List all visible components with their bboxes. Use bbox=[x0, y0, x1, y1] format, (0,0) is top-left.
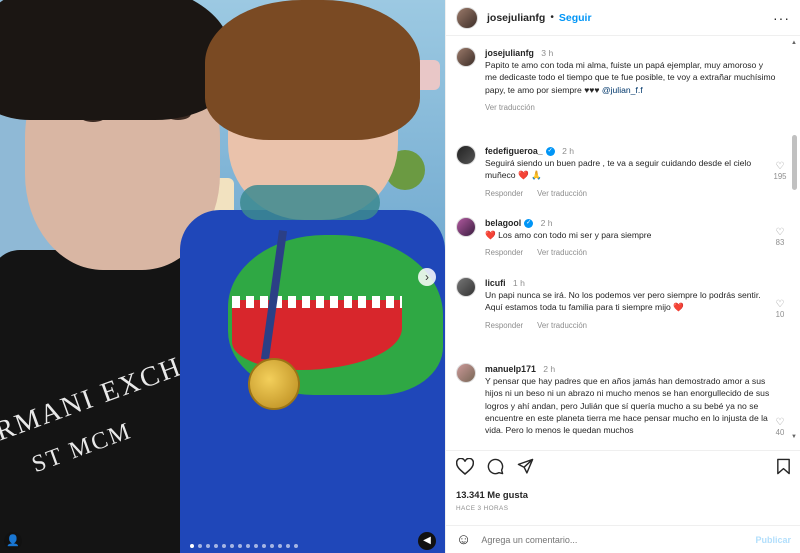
share-icon[interactable] bbox=[517, 458, 534, 475]
carousel-dots bbox=[190, 544, 298, 548]
comments-scrollbar[interactable]: ▲ ▼ bbox=[791, 40, 797, 440]
comment-username[interactable]: belagool bbox=[485, 218, 521, 228]
comment-icon[interactable] bbox=[487, 458, 504, 475]
comment-like[interactable]: ♡ 195 bbox=[770, 161, 790, 181]
comment-item: fedefigueroa_ ✓ 2 h Seguirá siendo un bue… bbox=[456, 145, 787, 200]
carousel-dot bbox=[238, 544, 242, 548]
avatar[interactable] bbox=[456, 6, 478, 29]
carousel-dot bbox=[286, 544, 290, 548]
comment-text: Seguirá siendo un buen padre , te va a s… bbox=[485, 158, 752, 181]
comment-time: 2 h bbox=[562, 146, 575, 156]
carousel-dot bbox=[198, 544, 202, 548]
caption-username[interactable]: josejulianfg bbox=[485, 48, 534, 58]
publish-button[interactable]: Publicar bbox=[755, 535, 791, 545]
caption-time: 3 h bbox=[541, 48, 554, 58]
next-image-icon[interactable]: › bbox=[418, 268, 436, 286]
verified-badge-icon: ✓ bbox=[524, 219, 534, 229]
comment-text: ❤️ Los amo con todo mi ser y para siempr… bbox=[485, 230, 652, 241]
heart-icon[interactable]: ♡ bbox=[770, 299, 790, 310]
bookmark-icon[interactable] bbox=[776, 458, 791, 475]
comment-input[interactable] bbox=[481, 534, 756, 545]
separator-dot: • bbox=[550, 12, 554, 23]
kid-hair bbox=[205, 0, 420, 140]
comment-time: 1 h bbox=[512, 278, 525, 288]
comment-username[interactable]: licufi bbox=[485, 278, 506, 288]
scroll-thumb[interactable] bbox=[792, 135, 797, 190]
likes-count[interactable]: 13.341 Me gusta bbox=[456, 489, 528, 500]
like-count: 195 bbox=[773, 172, 787, 181]
carousel-dot bbox=[246, 544, 250, 548]
post-panel: josejulianfg • Seguir ··· josejulianfg 3… bbox=[445, 0, 800, 553]
caption: josejulianfg 3 h Papito te amo con toda … bbox=[456, 47, 776, 114]
add-comment-bar: ☺ Publicar bbox=[446, 525, 800, 553]
like-count: 83 bbox=[775, 238, 785, 247]
comment-text: Un papi nunca se irá. No los podemos ver… bbox=[485, 290, 761, 313]
carousel-dot bbox=[270, 544, 274, 548]
translate-link[interactable]: Ver traducción bbox=[537, 247, 587, 259]
carousel-dot bbox=[214, 544, 218, 548]
comments-list[interactable]: josejulianfg 3 h Papito te amo con toda … bbox=[446, 37, 800, 450]
gold-medal bbox=[248, 358, 300, 410]
heart-icon[interactable]: ♡ bbox=[770, 227, 790, 238]
man-hair bbox=[0, 0, 230, 120]
post-date: HACE 3 HORAS bbox=[456, 505, 509, 512]
comment-item: licufi 1 h Un papi nunca se irá. No los … bbox=[456, 277, 784, 332]
heart-icon[interactable]: ♡ bbox=[770, 417, 790, 428]
user-tag-icon[interactable]: 👤 bbox=[4, 532, 22, 550]
reply-link[interactable]: Responder bbox=[485, 320, 523, 332]
post-header: josejulianfg • Seguir ··· bbox=[446, 0, 800, 36]
comment-username[interactable]: manuelp171 bbox=[485, 364, 536, 374]
reply-link[interactable]: Responder bbox=[485, 188, 523, 200]
post-username[interactable]: josejulianfg bbox=[487, 12, 545, 24]
translate-link[interactable]: Ver traducción bbox=[485, 102, 535, 114]
caption-text: Papito te amo con toda mi alma, fuiste u… bbox=[485, 60, 776, 95]
translate-link[interactable]: Ver traducción bbox=[537, 188, 587, 200]
carousel-dot bbox=[294, 544, 298, 548]
dinosaur-teeth bbox=[232, 296, 402, 308]
scroll-down-icon[interactable]: ▼ bbox=[791, 434, 797, 440]
avatar[interactable] bbox=[456, 363, 476, 383]
heart-icon[interactable] bbox=[456, 458, 474, 475]
comment-time: 2 h bbox=[543, 364, 556, 374]
carousel-dot bbox=[190, 544, 194, 548]
avatar[interactable] bbox=[456, 277, 476, 297]
scroll-up-icon[interactable]: ▲ bbox=[791, 40, 797, 46]
comment-like[interactable]: ♡ 40 bbox=[770, 417, 790, 437]
carousel-dot bbox=[230, 544, 234, 548]
heart-icon[interactable]: ♡ bbox=[770, 161, 790, 172]
post-actions bbox=[446, 450, 800, 482]
comment-item: manuelp171 2 h Y pensar que hay padres q… bbox=[456, 363, 784, 437]
carousel-dot bbox=[278, 544, 282, 548]
comment-time: 2 h bbox=[540, 218, 553, 228]
sound-icon[interactable]: ◀ bbox=[418, 532, 436, 550]
comment-item: belagool ✓ 2 h ❤️ Los amo con todo mi ser… bbox=[456, 217, 784, 260]
translate-link[interactable]: Ver traducción bbox=[537, 320, 587, 332]
comment-like[interactable]: ♡ 10 bbox=[770, 299, 790, 319]
post-photo[interactable]: RMANI EXCHA ST MCM › 👤 ◀ bbox=[0, 0, 445, 553]
carousel-dot bbox=[222, 544, 226, 548]
comment-text: Y pensar que hay padres que en años jamá… bbox=[485, 376, 770, 436]
reply-link[interactable]: Responder bbox=[485, 247, 523, 259]
comment-like[interactable]: ♡ 83 bbox=[770, 227, 790, 247]
carousel-dot bbox=[262, 544, 266, 548]
mention-link[interactable]: @julian_f.f bbox=[602, 85, 643, 95]
smiley-icon[interactable]: ☺ bbox=[456, 531, 471, 548]
carousel-dot bbox=[254, 544, 258, 548]
like-count: 40 bbox=[775, 428, 785, 437]
comment-username[interactable]: fedefigueroa_ bbox=[485, 146, 543, 156]
avatar[interactable] bbox=[456, 145, 476, 165]
more-options-icon[interactable]: ··· bbox=[773, 10, 790, 26]
like-count: 10 bbox=[775, 310, 785, 319]
carousel-dot bbox=[206, 544, 210, 548]
face-mask bbox=[240, 185, 380, 220]
avatar[interactable] bbox=[456, 47, 476, 67]
follow-button[interactable]: Seguir bbox=[559, 12, 592, 24]
verified-badge-icon: ✓ bbox=[545, 147, 555, 157]
avatar[interactable] bbox=[456, 217, 476, 237]
